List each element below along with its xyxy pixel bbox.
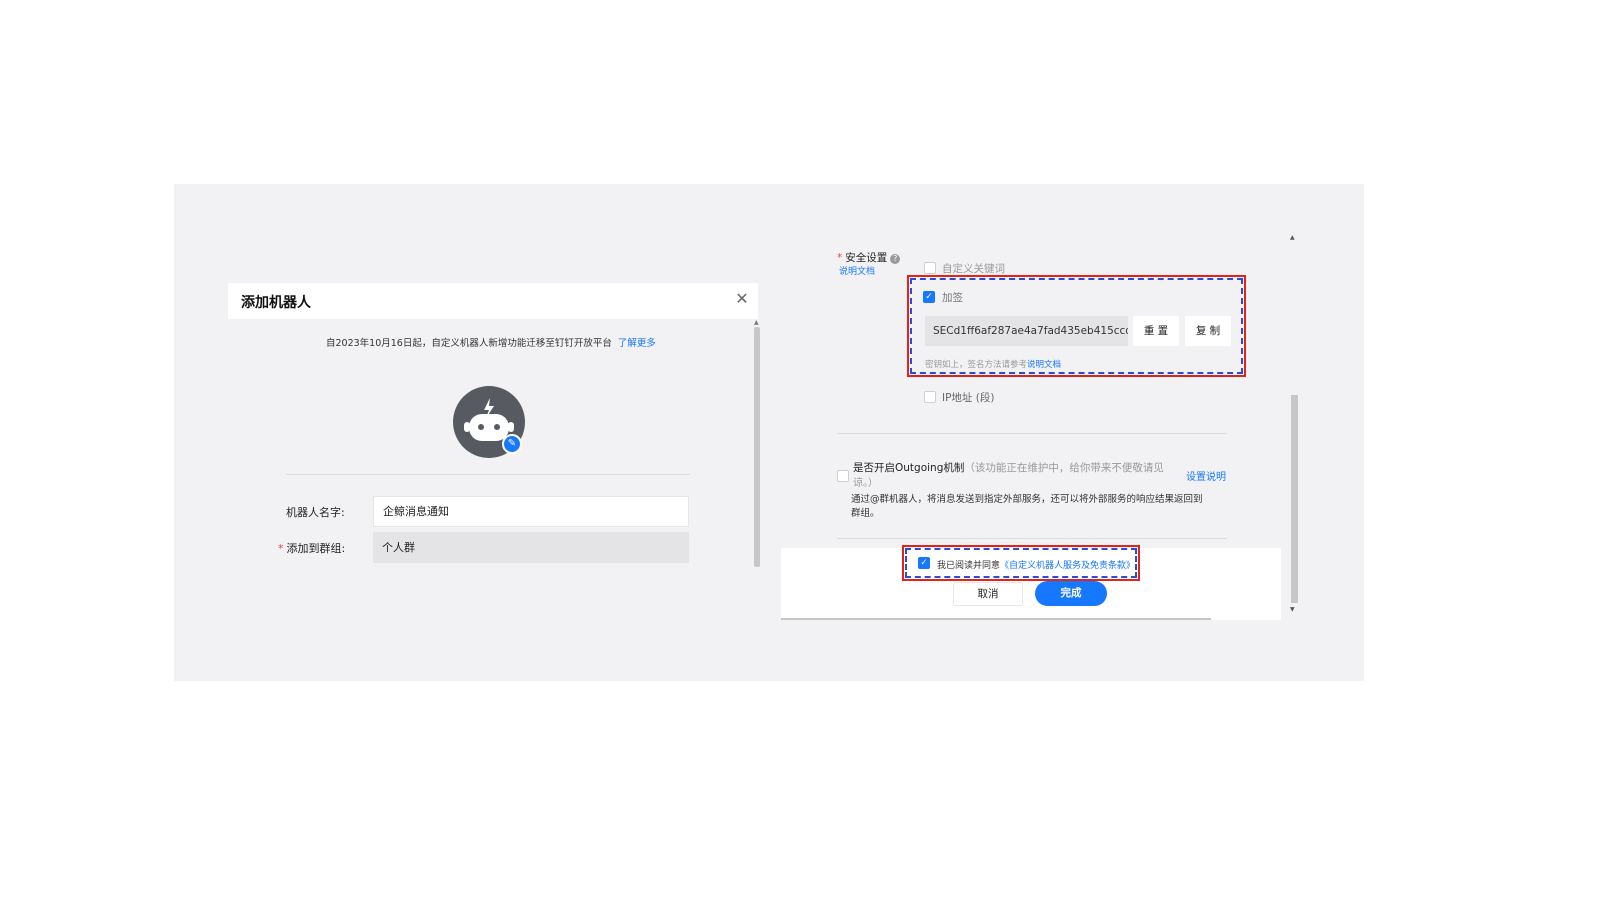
close-icon[interactable]: ✕	[732, 289, 752, 309]
divider	[837, 538, 1227, 539]
required-mark: *	[278, 542, 284, 555]
agree-text-prefix: 我已阅读并同意	[937, 561, 1001, 571]
sign-checkbox[interactable]: ✓	[923, 291, 935, 303]
robot-name-label: 机器人名字:	[286, 506, 345, 519]
outgoing-title-text: 是否开启Outgoing机制	[853, 462, 965, 474]
secret-tip: 密钥如上，签名方法请参考说明文档	[925, 358, 1061, 370]
secret-doc-link[interactable]: 说明文档	[1027, 360, 1061, 370]
learn-more-link[interactable]: 了解更多	[618, 338, 656, 349]
scroll-up-arrow-icon[interactable]: ▲	[1290, 234, 1295, 241]
scroll-down-arrow-icon[interactable]: ▼	[1290, 606, 1295, 613]
outgoing-desc: 通过@群机器人，将消息发送到指定外部服务，还可以将外部服务的响应结果返回到	[851, 494, 1203, 505]
terms-link[interactable]: 《自定义机器人服务及免责条款》	[1000, 561, 1135, 571]
keyword-label: 自定义关键词	[942, 263, 1005, 275]
group-label-text: 添加到群组:	[286, 542, 346, 555]
outgoing-hint-cont: 谅。）	[853, 478, 878, 489]
group-select[interactable]: 个人群	[373, 532, 689, 563]
security-label: * 安全设置?	[837, 250, 901, 265]
group-label: * 添加到群组:	[278, 540, 345, 556]
secret-tip-text: 密钥如上，签名方法请参考	[925, 360, 1028, 370]
right-scrollbar-thumb[interactable]	[1291, 395, 1298, 603]
dialog-title: 添加机器人	[241, 295, 311, 311]
scroll-up-arrow-icon[interactable]: ▲	[754, 319, 759, 326]
dialog-body: 自2023年10月16日起，自定义机器人新增功能迁移至钉钉开放平台 了解更多 ✎ …	[228, 319, 760, 579]
dialog-header: 添加机器人 ✕	[228, 283, 758, 319]
outgoing-setting-link[interactable]: 设置说明	[1186, 468, 1226, 483]
horizontal-scrollbar[interactable]	[781, 618, 1211, 620]
robot-name-input[interactable]: 企鲸消息通知	[373, 496, 689, 527]
divider	[286, 474, 690, 475]
ip-label: IP地址 (段)	[942, 392, 995, 404]
dialog-footer: ✓ 我已阅读并同意《自定义机器人服务及免责条款》 取消 完成	[781, 545, 1281, 620]
edit-pencil-icon[interactable]: ✎	[502, 434, 522, 454]
security-doc-link[interactable]: 说明文档	[839, 264, 875, 277]
security-settings-panel: * 安全设置? 说明文档 自定义关键词 ✓ 加签 SECd1ff6af287ae4…	[781, 234, 1304, 620]
done-button[interactable]: 完成	[1035, 581, 1107, 606]
outgoing-checkbox[interactable]	[837, 470, 849, 482]
reset-button[interactable]: 重 置	[1133, 316, 1179, 346]
help-icon[interactable]: ?	[890, 254, 901, 264]
ip-checkbox[interactable]	[924, 391, 936, 403]
notice-text: 自2023年10月16日起，自定义机器人新增功能迁移至钉钉开放平台	[326, 338, 612, 349]
copy-button[interactable]: 复 制	[1185, 316, 1231, 346]
required-mark: *	[837, 252, 843, 264]
cancel-button[interactable]: 取消	[953, 582, 1023, 606]
agree-text: 我已阅读并同意《自定义机器人服务及免责条款》	[937, 558, 1135, 571]
outgoing-hint: （该功能正在维护中，给你带来不便敬请见	[964, 462, 1164, 474]
security-label-text: 安全设置	[845, 252, 888, 264]
migration-notice: 自2023年10月16日起，自定义机器人新增功能迁移至钉钉开放平台 了解更多	[326, 335, 656, 349]
agree-checkbox[interactable]: ✓	[918, 557, 930, 569]
sign-label: 加签	[942, 292, 963, 304]
outgoing-desc-cont: 群组。	[851, 508, 880, 519]
divider	[837, 433, 1227, 434]
secret-key-input[interactable]: SECd1ff6af287ae4a7fad435eb415ccde	[925, 316, 1128, 346]
outgoing-title: 是否开启Outgoing机制（该功能正在维护中，给你带来不便敬请见	[853, 460, 1164, 475]
left-scrollbar[interactable]	[754, 327, 760, 567]
keyword-checkbox[interactable]	[924, 262, 936, 274]
